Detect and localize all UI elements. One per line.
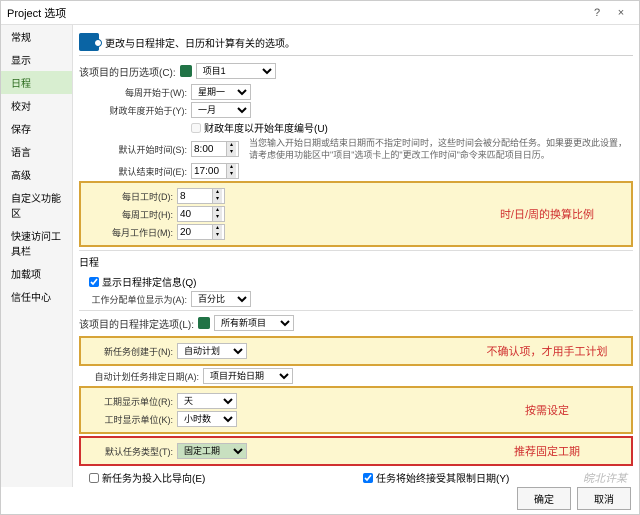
task-type-select[interactable]: 固定工期 <box>177 443 247 459</box>
sidebar-item-10[interactable]: 信任中心 <box>1 285 72 308</box>
sidebar-item-8[interactable]: 快速访问工具栏 <box>1 224 72 262</box>
watermark: 皖北许某 <box>583 470 627 486</box>
days-per-month[interactable]: 20▴▾ <box>177 224 225 240</box>
help-button[interactable]: ? <box>585 7 609 19</box>
sidebar: 常规显示日程校对保存语言高级自定义功能区快速访问工具栏加载项信任中心 <box>1 25 73 487</box>
sidebar-item-1[interactable]: 显示 <box>1 48 72 71</box>
schedule-checkboxes: 新任务为投入比导向(E)任务将始终接受其限制日期(Y)自动链接插入或移动的任务(… <box>79 468 633 487</box>
fiscal-num-checkbox[interactable]: 财政年度以开始年度编号(U) <box>191 120 328 135</box>
default-end-time[interactable]: 17:00▴▾ <box>191 163 239 179</box>
sidebar-item-2[interactable]: 日程 <box>1 71 72 94</box>
hours-per-week[interactable]: 40▴▾ <box>177 206 225 222</box>
assign-unit-select[interactable]: 百分比 <box>191 291 251 307</box>
sidebar-item-4[interactable]: 保存 <box>1 117 72 140</box>
schedule-title: 日程 <box>79 250 633 272</box>
duration-unit-select[interactable]: 天 <box>177 393 237 409</box>
auto-date-select[interactable]: 项目开始日期 <box>203 368 293 384</box>
unit-box: 工期显示单位(R): 天 工时显示单位(K): 小时数 按需设定 <box>79 386 633 434</box>
sidebar-item-9[interactable]: 加载项 <box>1 262 72 285</box>
calendar-section-label: 该项目的日历选项(C): <box>79 64 176 79</box>
calendar-project-select[interactable]: 项目1 <box>196 63 276 79</box>
new-task-select[interactable]: 自动计划 <box>177 343 247 359</box>
ok-button[interactable]: 确定 <box>517 487 571 510</box>
task-type-box: 默认任务类型(T): 固定工期 推荐固定工期 <box>79 436 633 466</box>
show-schedule-info[interactable]: 显示日程排定信息(Q) <box>89 274 196 289</box>
sidebar-item-7[interactable]: 自定义功能区 <box>1 186 72 224</box>
work-unit-select[interactable]: 小时数 <box>177 411 237 427</box>
fiscal-start-select[interactable]: 一月 <box>191 102 251 118</box>
cancel-button[interactable]: 取消 <box>577 487 631 510</box>
hours-conversion-box: 每日工时(D): 8▴▾ 每周工时(H): 40▴▾ 每月工作日(M): 20▴… <box>79 181 633 247</box>
option-check[interactable]: 新任务为投入比导向(E) <box>89 470 359 485</box>
project-icon <box>180 65 192 77</box>
header-text: 更改与日程排定、日历和计算有关的选项。 <box>105 35 295 50</box>
main-panel: 更改与日程排定、日历和计算有关的选项。 该项目的日历选项(C): 项目1 每周开… <box>73 25 639 487</box>
options-project-select[interactable]: 所有新项目 <box>214 315 294 331</box>
window-title: Project 选项 <box>7 5 585 21</box>
conversion-annotation: 时/日/周的换算比例 <box>467 186 627 242</box>
default-start-time[interactable]: 8:00▴▾ <box>191 141 239 157</box>
sidebar-item-5[interactable]: 语言 <box>1 140 72 163</box>
option-check[interactable]: 自动链接插入或移动的任务(A) <box>89 486 359 487</box>
time-note: 当您输入开始日期或结束日期而不指定时间时，这些时间会被分配给任务。如果要更改此设… <box>249 137 633 161</box>
sidebar-item-6[interactable]: 高级 <box>1 163 72 186</box>
project-icon <box>198 317 210 329</box>
sidebar-item-3[interactable]: 校对 <box>1 94 72 117</box>
sidebar-item-0[interactable]: 常规 <box>1 25 72 48</box>
week-start-select[interactable]: 星期一 <box>191 84 251 100</box>
hours-per-day[interactable]: 8▴▾ <box>177 188 225 204</box>
close-button[interactable]: × <box>609 7 633 19</box>
header-icon <box>79 33 99 51</box>
titlebar: Project 选项 ? × <box>1 1 639 25</box>
new-task-box: 新任务创建于(N): 自动计划 不确认项，才用手工计划 <box>79 336 633 366</box>
